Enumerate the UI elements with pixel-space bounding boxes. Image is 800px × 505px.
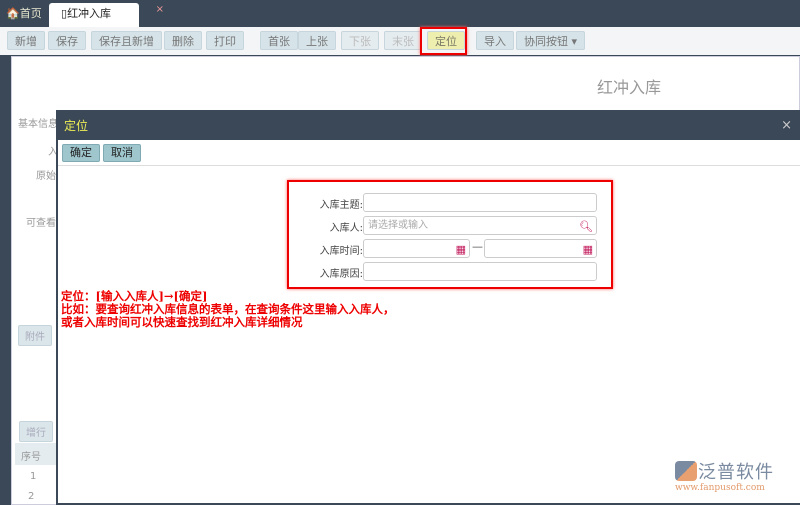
next-button[interactable]: 下张 xyxy=(341,31,379,50)
table-row: 1 xyxy=(30,471,37,482)
calendar-icon[interactable]: ▦ xyxy=(583,241,593,258)
table-header-index: 序号 xyxy=(21,452,41,463)
last-button[interactable]: 末张 xyxy=(384,31,422,50)
fanpu-logo: 泛普软件 www.fanpusoft.com xyxy=(675,461,774,493)
annotation-text: 定位：[输入入库人]→[确定] 比如：要查询红冲入库信息的表单，在查询条件这里输… xyxy=(61,289,395,329)
field-label: 原始 xyxy=(36,171,56,182)
tab-bar: 🏠首页 ▯红冲入库 × xyxy=(0,0,800,27)
save-and-new-button[interactable]: 保存且新增 xyxy=(91,31,162,50)
date-separator: — xyxy=(472,240,483,253)
delete-button[interactable]: 删除 xyxy=(164,31,202,50)
highlight-box xyxy=(420,27,467,55)
first-button[interactable]: 首张 xyxy=(260,31,298,50)
reason-label: 入库原因: xyxy=(319,269,363,280)
search-icon[interactable]: 🔍︎ xyxy=(579,218,593,235)
dialog-title: 定位 xyxy=(64,119,89,133)
end-date-input[interactable]: ▦ xyxy=(484,239,597,258)
person-input[interactable]: 请选择或输入 🔍︎ xyxy=(363,216,597,235)
chevron-down-icon: ▾ xyxy=(571,35,578,48)
section-basic-info: 基本信息 xyxy=(18,119,58,130)
close-tab-icon[interactable]: × xyxy=(156,0,164,21)
table-row: 2 xyxy=(28,491,35,502)
close-icon[interactable]: × xyxy=(781,112,792,140)
calendar-icon[interactable]: ▦ xyxy=(456,241,466,258)
collab-button[interactable]: 协同按钮 ▾ xyxy=(516,31,586,50)
add-button[interactable]: 新增 xyxy=(7,31,45,50)
cancel-button[interactable]: 取消 xyxy=(103,144,141,162)
home-icon: 🏠 xyxy=(6,7,20,20)
tab-home[interactable]: 🏠首页 xyxy=(6,3,42,27)
add-row-button[interactable]: 增行 xyxy=(19,421,53,442)
tab-red-inbound[interactable]: ▯红冲入库 × xyxy=(49,3,164,27)
logo-mark-icon xyxy=(675,461,697,481)
subject-label: 入库主题: xyxy=(319,200,363,211)
prev-button[interactable]: 上张 xyxy=(298,31,336,50)
toolbar: 新增 保存 保存且新增 删除 打印 首张 上张 下张 末张 定位 导入 协同按钮… xyxy=(0,27,800,55)
reason-input[interactable] xyxy=(363,262,597,281)
start-date-input[interactable]: ▦ xyxy=(363,239,470,258)
import-button[interactable]: 导入 xyxy=(476,31,514,50)
person-label: 入库人: xyxy=(329,223,363,234)
subject-input[interactable] xyxy=(363,193,597,212)
attach-button[interactable]: 附件 xyxy=(18,325,52,346)
confirm-button[interactable]: 确定 xyxy=(62,144,100,162)
save-button[interactable]: 保存 xyxy=(48,31,86,50)
field-label: 可查看 xyxy=(26,218,56,229)
print-button[interactable]: 打印 xyxy=(206,31,244,50)
locate-dialog: 定位 × 确定 取消 入库主题: 入库人: 请选择或输入 🔍︎ 入库时间: ▦ — ▦… xyxy=(56,110,800,505)
time-label: 入库时间: xyxy=(319,246,363,257)
search-form: 入库主题: 入库人: 请选择或输入 🔍︎ 入库时间: ▦ — ▦ 入库原因: xyxy=(287,180,613,289)
page-title: 红冲入库 xyxy=(597,78,662,97)
